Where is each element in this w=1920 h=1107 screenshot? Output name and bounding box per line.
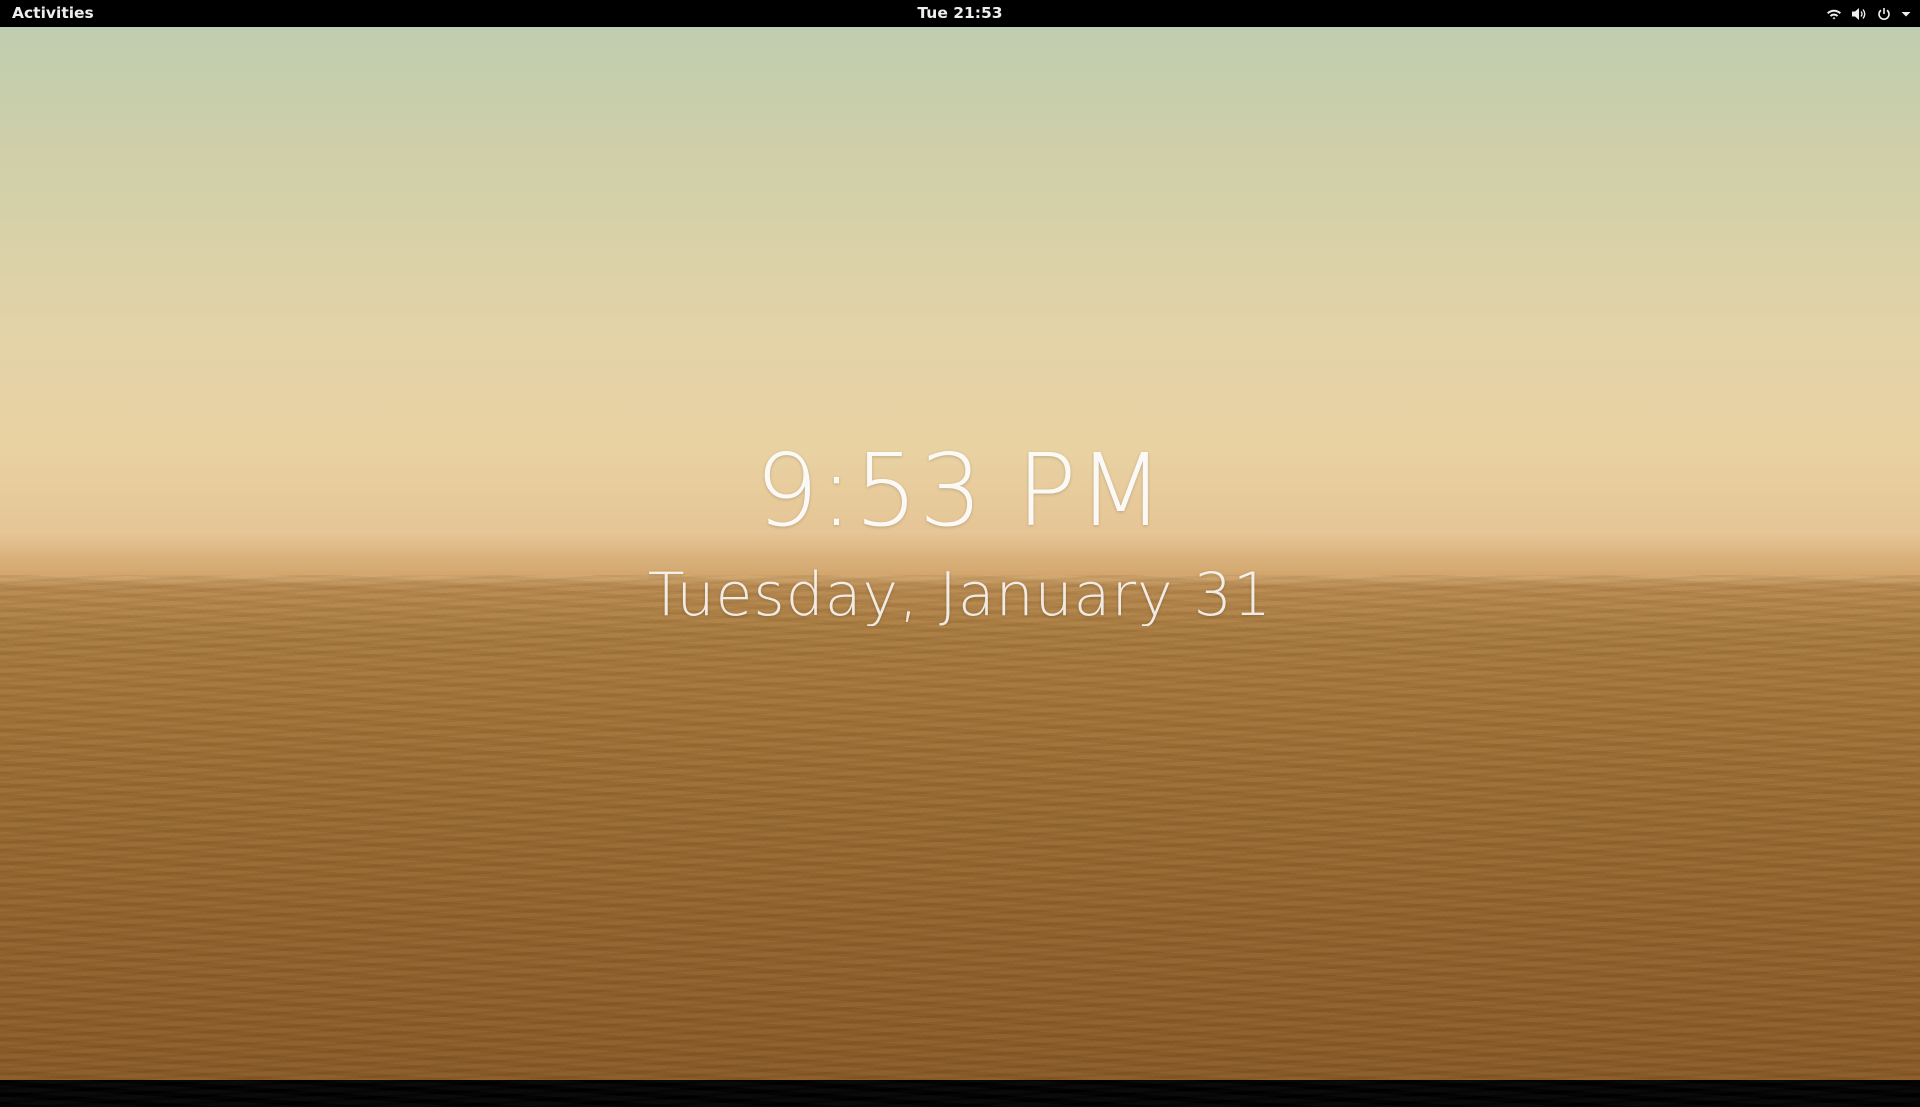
lock-screen-date: Tuesday, January 31 — [647, 560, 1273, 626]
sand-texture — [0, 575, 1920, 1107]
activities-button[interactable]: Activities — [12, 0, 94, 27]
lock-screen-wallpaper — [0, 27, 1920, 1107]
volume-icon — [1850, 6, 1868, 22]
system-status-menu[interactable] — [1826, 0, 1912, 27]
clock-button[interactable]: Tue 21:53 — [917, 4, 1002, 22]
wifi-icon — [1826, 6, 1842, 22]
top-bar-clock: Tue 21:53 — [0, 0, 1920, 27]
top-bar: Activities Tue 21:53 — [0, 0, 1920, 27]
power-icon — [1876, 6, 1892, 22]
dropdown-arrow-icon — [1900, 8, 1912, 20]
lock-screen-time: 9:53 PM — [755, 432, 1165, 549]
